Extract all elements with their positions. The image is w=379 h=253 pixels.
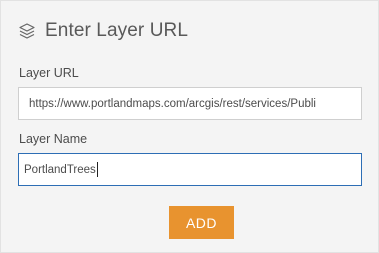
layer-name-value: PortlandTrees [24, 163, 96, 176]
panel-header: Enter Layer URL [18, 19, 188, 43]
layer-url-label: Layer URL [19, 66, 79, 80]
text-cursor [96, 162, 98, 177]
layer-name-label: Layer Name [19, 132, 88, 146]
panel-title: Enter Layer URL [45, 20, 189, 41]
layer-url-value: https://www.portlandmaps.com/arcgis/rest… [29, 97, 316, 110]
layer-name-input[interactable]: PortlandTrees [18, 153, 362, 186]
layer-url-input[interactable]: https://www.portlandmaps.com/arcgis/rest… [18, 87, 362, 120]
enter-layer-url-panel: Enter Layer URL Layer URL https://www.po… [0, 0, 379, 253]
add-button[interactable]: ADD [169, 206, 234, 239]
layers-icon [18, 22, 36, 40]
